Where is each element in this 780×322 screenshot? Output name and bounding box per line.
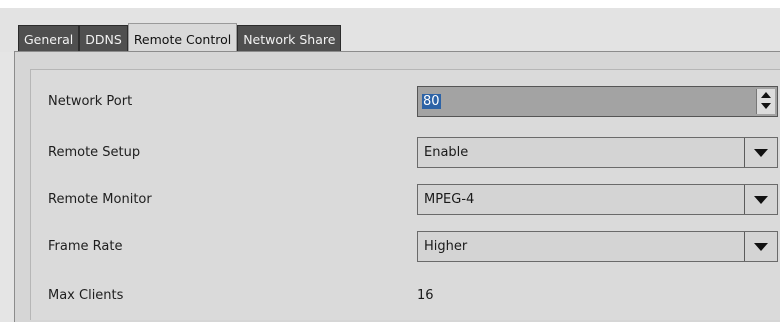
- max-clients-value: 16: [417, 288, 434, 303]
- frame-rate-label: Frame Rate: [48, 239, 123, 254]
- tab-list: General DDNS Remote Control Network Shar…: [18, 22, 342, 54]
- chevron-down-icon: [754, 196, 768, 204]
- remote-monitor-select[interactable]: MPEG-4: [417, 184, 778, 215]
- frame-rate-select[interactable]: Higher: [417, 231, 778, 262]
- spin-up-icon[interactable]: [761, 92, 771, 98]
- row-remote-setup: Remote Setup Enable: [48, 137, 778, 169]
- network-port-input[interactable]: 80: [417, 86, 778, 117]
- spin-down-icon[interactable]: [761, 103, 771, 109]
- row-max-clients: Max Clients 16: [48, 280, 778, 312]
- tab-general[interactable]: General: [18, 25, 80, 53]
- remote-setup-select[interactable]: Enable: [417, 137, 778, 168]
- frame-rate-value: Higher: [424, 239, 468, 254]
- remote-monitor-value: MPEG-4: [424, 192, 475, 207]
- tab-ddns[interactable]: DDNS: [79, 25, 128, 53]
- row-remote-monitor: Remote Monitor MPEG-4: [48, 184, 778, 216]
- remote-monitor-dropdown-button[interactable]: [744, 185, 777, 214]
- remote-setup-value: Enable: [424, 145, 469, 160]
- tab-strip: General DDNS Remote Control Network Shar…: [0, 8, 780, 54]
- spin-up-down-icon[interactable]: [756, 89, 775, 114]
- tab-remote-control[interactable]: Remote Control: [127, 23, 238, 54]
- remote-setup-label: Remote Setup: [48, 145, 141, 160]
- network-port-value: 80: [422, 94, 441, 109]
- max-clients-label: Max Clients: [48, 288, 124, 303]
- frame-rate-dropdown-button[interactable]: [744, 232, 777, 261]
- chevron-down-icon: [754, 149, 768, 157]
- top-band: [0, 0, 780, 8]
- network-port-label: Network Port: [48, 94, 133, 109]
- chevron-down-icon: [754, 243, 768, 251]
- tab-network-share[interactable]: Network Share: [237, 25, 342, 53]
- remote-setup-dropdown-button[interactable]: [744, 138, 777, 167]
- row-network-port: Network Port 80: [48, 86, 778, 118]
- row-frame-rate: Frame Rate Higher: [48, 231, 778, 263]
- remote-monitor-label: Remote Monitor: [48, 192, 152, 207]
